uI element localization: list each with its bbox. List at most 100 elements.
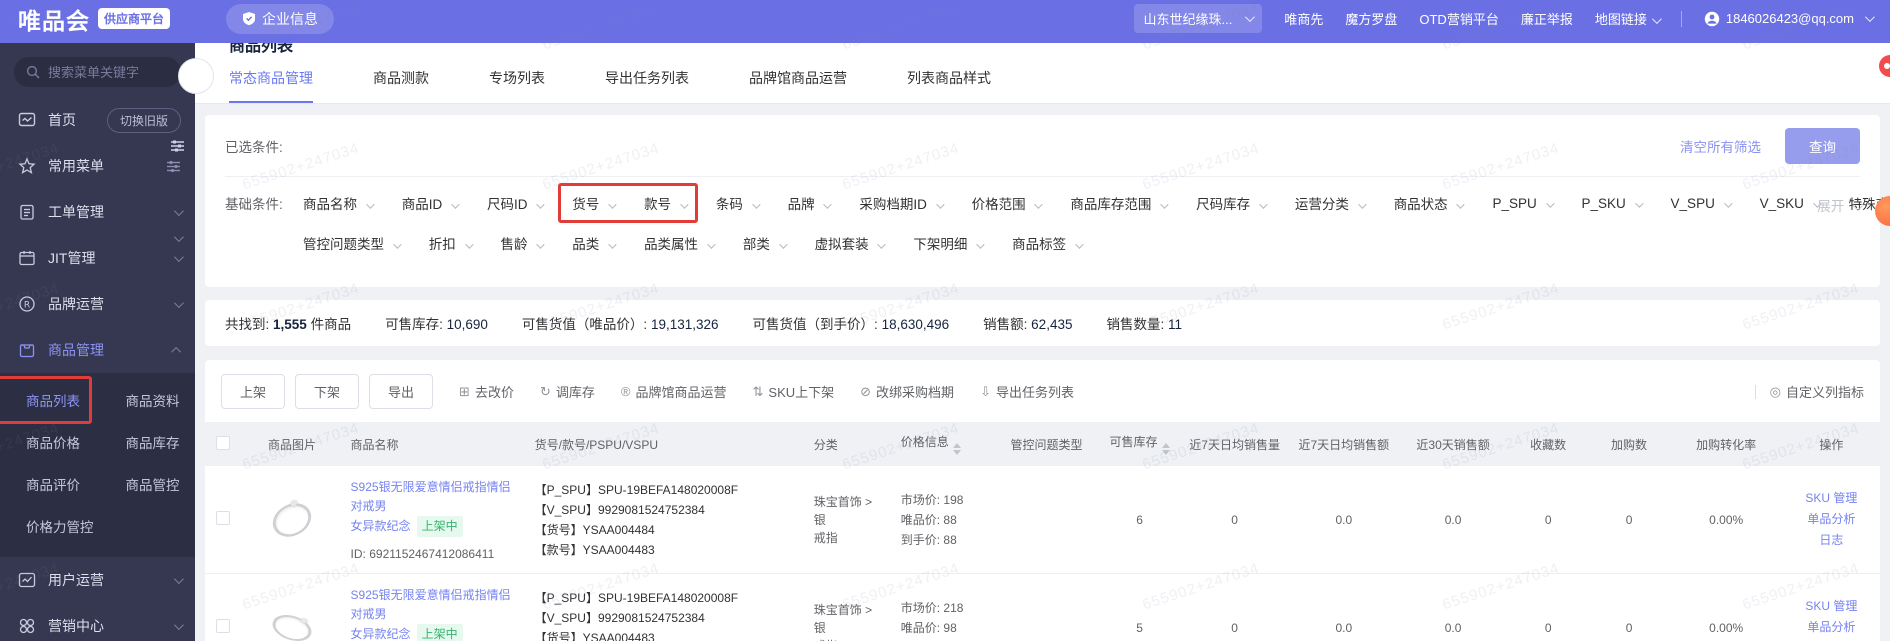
topnav-mofangluopan[interactable]: 魔方罗盘 xyxy=(1345,9,1397,28)
col-stock[interactable]: 可售库存 xyxy=(1099,422,1180,466)
filter-offshelf-detail[interactable]: 下架明细 xyxy=(913,233,985,253)
filter-p-sku[interactable]: P_SKU xyxy=(1582,196,1644,211)
filter-barcode[interactable]: 条码 xyxy=(716,193,761,213)
chevron-down-icon xyxy=(1259,200,1268,209)
sidebar-item-user-ops[interactable]: 用户运营 xyxy=(0,557,195,603)
filter-department[interactable]: 部类 xyxy=(743,233,788,253)
filter-v-sku[interactable]: V_SKU xyxy=(1760,196,1822,211)
menu-search[interactable] xyxy=(14,57,181,87)
sort-icon[interactable] xyxy=(1161,443,1170,455)
sidebar-item-brand-ops[interactable]: R 品牌运营 xyxy=(0,281,195,327)
filter-size-id[interactable]: 尺码ID xyxy=(487,193,545,213)
sidebar-item-product-mgmt[interactable]: 商品管理 xyxy=(0,327,195,373)
row-checkbox[interactable] xyxy=(216,511,231,525)
filter-price-range[interactable]: 价格范围 xyxy=(972,193,1044,213)
export-tasks-action[interactable]: ⇩ 导出任务列表 xyxy=(980,382,1074,401)
filter-discount[interactable]: 折扣 xyxy=(429,233,474,253)
off-shelf-button[interactable]: 下架 xyxy=(295,374,360,409)
topnav-otd-marketing[interactable]: OTD营销平台 xyxy=(1419,9,1498,28)
reprice-action[interactable]: ⊞ 去改价 xyxy=(459,382,514,401)
filter-stock-range[interactable]: 商品库存范围 xyxy=(1070,193,1169,213)
brand-hall-ops-action[interactable]: ® 品牌馆商品运营 xyxy=(621,382,727,401)
submenu-product-review[interactable]: 商品评价 xyxy=(0,463,100,505)
filter-size-stock[interactable]: 尺码库存 xyxy=(1196,193,1268,213)
col-price-info[interactable]: 价格信息 xyxy=(892,422,994,466)
sku-on-off-action[interactable]: ⇅ SKU上下架 xyxy=(753,382,835,401)
filter-v-spu[interactable]: V_SPU xyxy=(1671,196,1733,211)
product-image[interactable] xyxy=(264,600,320,641)
submenu-product-stock[interactable]: 商品库存 xyxy=(100,421,196,463)
tab-normal-products[interactable]: 常态商品管理 xyxy=(229,68,313,103)
filter-style-code[interactable]: 款号 xyxy=(644,193,689,213)
switch-old-version-button[interactable]: 切换旧版 xyxy=(106,107,181,133)
enterprise-info-button[interactable]: 企业信息 xyxy=(226,3,335,34)
submenu-product-price[interactable]: 商品价格 xyxy=(0,421,100,463)
table-row: S925银无限爱意情侣戒指情侣对戒男女异款纪念上架中 ID: 692115246… xyxy=(205,573,1880,641)
tab-export-tasks[interactable]: 导出任务列表 xyxy=(605,68,689,103)
store-selector[interactable]: 山东世纪缘珠... xyxy=(1133,4,1263,33)
filter-product-tag[interactable]: 商品标签 xyxy=(1012,233,1084,253)
sidebar-item-frequent-menu[interactable]: 常用菜单 xyxy=(0,143,195,189)
col-favorites: 收藏数 xyxy=(1507,422,1589,466)
filter-product-name[interactable]: 商品名称 xyxy=(303,193,375,213)
filter-purchase-schedule-id[interactable]: 采购档期ID xyxy=(859,193,945,213)
filter-category-attr[interactable]: 品类属性 xyxy=(644,233,716,253)
export-button[interactable]: 导出 xyxy=(369,374,434,409)
sidebar-item-workorder[interactable]: 工单管理 xyxy=(0,189,195,235)
customize-columns-button[interactable]: ◎ 自定义列指标 xyxy=(1770,382,1864,401)
menu-search-input[interactable] xyxy=(48,64,168,80)
topnav-weishangxian[interactable]: 唯商先 xyxy=(1284,9,1323,28)
product-image[interactable] xyxy=(264,492,320,548)
submenu-product-list[interactable]: 商品列表 xyxy=(0,376,100,424)
clear-all-filters-link[interactable]: 清空所有筛选 xyxy=(1680,136,1761,156)
sku-manage-link[interactable]: SKU 管理 xyxy=(1791,596,1872,617)
chevron-down-icon xyxy=(1723,198,1733,208)
account-menu[interactable]: 1846026423@qq.com xyxy=(1704,11,1875,27)
stock-cell: 5 xyxy=(1099,573,1180,641)
filter-ops-category[interactable]: 运营分类 xyxy=(1295,193,1367,213)
filter-category[interactable]: 品类 xyxy=(572,233,617,253)
submenu-product-data[interactable]: 商品资料 xyxy=(100,379,196,421)
product-codes: 【P_SPU】SPU-19BEFA148020008F 【V_SPU】99290… xyxy=(526,466,806,574)
filter-sliders-icon[interactable] xyxy=(170,139,185,153)
rebind-schedule-action[interactable]: ⊘ 改绑采购档期 xyxy=(860,382,954,401)
issue-type-cell xyxy=(993,573,1100,641)
log-link[interactable]: 日志 xyxy=(1791,530,1872,551)
filter-p-spu[interactable]: P_SPU xyxy=(1492,196,1555,211)
sku-manage-link[interactable]: SKU 管理 xyxy=(1791,488,1872,509)
tab-special-list[interactable]: 专场列表 xyxy=(489,68,545,103)
filter-brand[interactable]: 品牌 xyxy=(788,193,833,213)
page-title-clipped: 商品列表 xyxy=(229,43,294,54)
adjust-stock-action[interactable]: ↻ 调库存 xyxy=(540,382,595,401)
tab-brand-hall-ops[interactable]: 品牌馆商品运营 xyxy=(749,68,847,103)
topnav-lianzheng-report[interactable]: 廉正举报 xyxy=(1521,9,1573,28)
submenu-product-control[interactable]: 商品管控 xyxy=(100,463,196,505)
sidebar-item-marketing[interactable]: 营销中心 xyxy=(0,603,195,641)
map-link-menu[interactable]: 地图链接 xyxy=(1595,9,1662,28)
filter-control-issue-type[interactable]: 管控问题类型 xyxy=(303,233,402,253)
product-name-link[interactable]: S925银无限爱意情侣戒指情侣对戒男 女异款纪念 上架中 xyxy=(351,478,519,537)
filter-item-code[interactable]: 货号 xyxy=(572,193,617,213)
submenu-price-power[interactable]: 价格力管控 xyxy=(0,505,100,547)
sidebar-item-home[interactable]: 首页 切换旧版 xyxy=(0,97,195,143)
product-name-link[interactable]: S925银无限爱意情侣戒指情侣对戒男 女异款纪念 上架中 xyxy=(351,586,519,641)
chevron-down-icon xyxy=(173,205,184,216)
expand-toggle[interactable]: 展开 xyxy=(1817,195,1863,215)
tab-product-testing[interactable]: 商品测款 xyxy=(373,68,429,103)
on-shelf-button[interactable]: 上架 xyxy=(221,374,286,409)
sidebar-item-jit[interactable]: JIT管理 xyxy=(0,235,195,281)
select-all-checkbox[interactable] xyxy=(216,435,231,450)
filter-virtual-bundle[interactable]: 虚拟套装 xyxy=(815,233,887,253)
filter-sale-age[interactable]: 售龄 xyxy=(501,233,545,253)
floating-collapse-button[interactable] xyxy=(178,58,214,94)
item-analysis-link[interactable]: 单品分析 xyxy=(1791,509,1872,530)
sort-icon[interactable] xyxy=(952,443,961,455)
sidebar-frequent-label: 常用菜单 xyxy=(48,158,104,174)
row-checkbox[interactable] xyxy=(216,619,231,633)
platform-badge: 供应商平台 xyxy=(98,8,171,29)
item-analysis-link[interactable]: 单品分析 xyxy=(1791,617,1872,638)
filter-product-id[interactable]: 商品ID xyxy=(402,193,460,213)
query-button[interactable]: 查询 xyxy=(1785,127,1860,164)
filter-product-status[interactable]: 商品状态 xyxy=(1394,193,1466,213)
tab-list-style[interactable]: 列表商品样式 xyxy=(907,68,991,103)
